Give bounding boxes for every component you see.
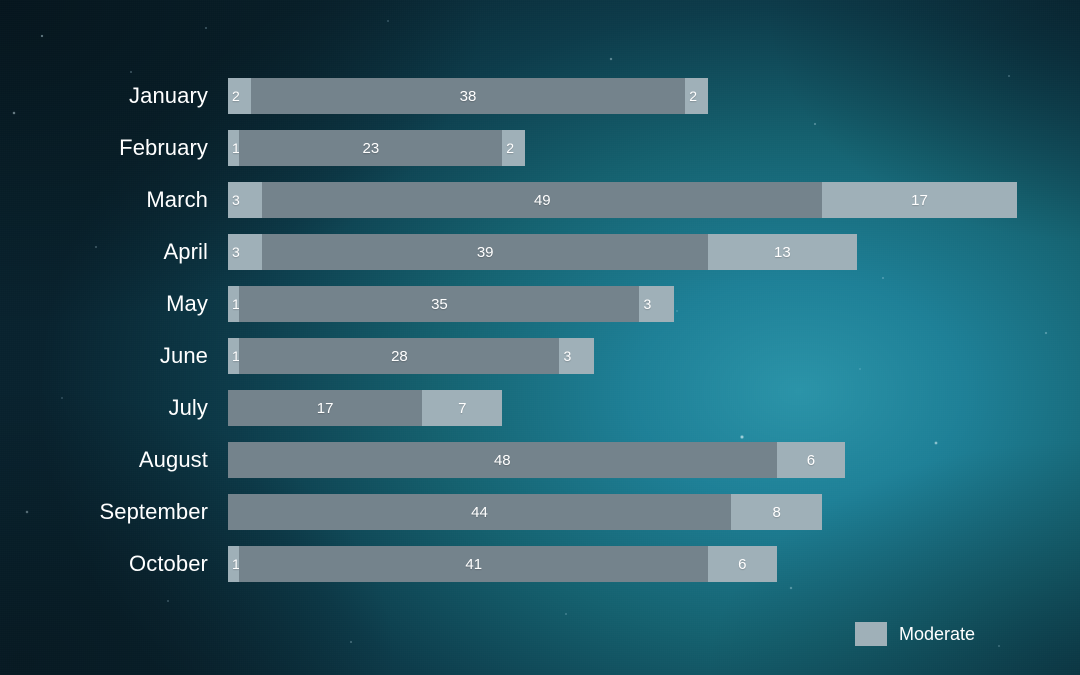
bar-segment[interactable]: 1 [228, 130, 240, 166]
bar-segment[interactable]: 2 [685, 78, 709, 114]
row-label-april: April [163, 239, 208, 264]
chart-row: May 1 35 3 [0, 286, 1080, 322]
chart-row: July 17 7 [0, 390, 1080, 426]
bar-segment-value: 8 [772, 503, 781, 521]
legend-swatch-moderate [855, 622, 887, 646]
bar-segment-value: 1 [232, 296, 240, 312]
bar-segment[interactable]: 23 [239, 130, 503, 166]
bar-segment-value: 17 [911, 191, 928, 209]
bar-segment-value: 1 [232, 140, 240, 156]
chart-row: January 2 38 2 [0, 78, 1080, 114]
bar-segment-value: 3 [232, 192, 240, 208]
stacked-bar[interactable]: 3 39 13 [228, 234, 857, 270]
bar-segment[interactable]: 28 [239, 338, 560, 374]
bar-segment[interactable]: 1 [228, 546, 240, 582]
bar-segment[interactable]: 17 [228, 390, 423, 426]
chart-row: April 3 39 13 [0, 234, 1080, 270]
bar-segment-value: 3 [643, 296, 652, 312]
bar-segment[interactable]: 48 [228, 442, 777, 478]
row-label-july: July [168, 395, 208, 420]
stacked-bar[interactable]: 1 35 3 [228, 286, 674, 322]
stacked-bar[interactable]: 2 38 2 [228, 78, 709, 114]
bar-segment[interactable]: 35 [239, 286, 640, 322]
bar-segment[interactable]: 13 [708, 234, 857, 270]
stacked-bar[interactable]: 44 8 [228, 494, 823, 530]
bar-segment[interactable]: 3 [228, 234, 263, 270]
bar-segment-value: 23 [362, 139, 380, 157]
bar-segment-value: 17 [316, 399, 334, 417]
legend-label-moderate: Moderate [899, 623, 976, 644]
bar-segment[interactable]: 2 [502, 130, 526, 166]
bar-segment[interactable]: 38 [250, 78, 686, 114]
bar-segment[interactable]: 8 [730, 494, 823, 530]
bar-segment-value: 2 [689, 88, 697, 104]
bar-segment[interactable]: 3 [639, 286, 674, 322]
stacked-bar[interactable]: 1 28 3 [228, 338, 594, 374]
bar-segment[interactable]: 39 [262, 234, 709, 270]
chart-legend: Moderate [855, 620, 975, 648]
bar-segment-value: 2 [232, 88, 240, 104]
bar-segment-value: 38 [459, 87, 477, 105]
stacked-bar[interactable]: 1 41 6 [228, 546, 777, 582]
bar-segment-value: 2 [506, 140, 515, 156]
bar-segment[interactable]: 6 [708, 546, 777, 582]
chart-row: October 1 41 6 [0, 546, 1080, 582]
bar-segment-value: 6 [806, 451, 816, 469]
row-label-february: February [119, 135, 208, 160]
stacked-bar[interactable]: 17 7 [228, 390, 503, 426]
bar-segment[interactable]: 17 [822, 182, 1017, 218]
bar-segment-value: 3 [232, 244, 240, 260]
bar-segment[interactable]: 49 [262, 182, 823, 218]
bar-segment[interactable]: 1 [228, 286, 240, 322]
chart-row: March 3 49 17 [0, 182, 1080, 218]
bar-segment[interactable]: 2 [228, 78, 251, 114]
row-label-june: June [159, 343, 208, 368]
bar-segment-value: 13 [773, 243, 791, 261]
stacked-bar[interactable]: 1 23 2 [228, 130, 526, 166]
chart-row: June 1 28 3 [0, 338, 1080, 374]
row-label-august: August [138, 447, 208, 472]
bar-segment-value: 6 [738, 555, 747, 573]
stacked-bar[interactable]: 3 49 17 [228, 182, 1017, 218]
chart-row: August 48 6 [0, 442, 1080, 478]
bar-segment-value: 44 [471, 503, 488, 521]
row-label-september: September [99, 499, 208, 524]
bar-segment-value: 49 [533, 191, 551, 209]
chart-row: September 44 8 [0, 494, 1080, 530]
bar-segment[interactable]: 1 [228, 338, 240, 374]
bar-segment[interactable]: 44 [228, 494, 731, 530]
bar-segment-value: 3 [563, 348, 572, 364]
bar-segment-value: 1 [232, 556, 240, 572]
row-label-march: March [146, 187, 208, 212]
bar-segment-value: 39 [476, 243, 494, 261]
chart-row: February 1 23 2 [0, 130, 1080, 166]
bar-segment-value: 28 [391, 347, 408, 365]
stacked-bar-chart: January 2 38 2 February 1 23 2 March 3 49 17 April 3 3… [0, 0, 1080, 675]
bar-segment[interactable]: 3 [559, 338, 594, 374]
row-label-january: January [129, 83, 208, 108]
stacked-bar[interactable]: 48 6 [228, 442, 846, 478]
bar-segment-value: 35 [431, 295, 448, 313]
row-label-october: October [129, 551, 208, 576]
bar-segment[interactable]: 3 [228, 182, 263, 218]
bar-segment[interactable]: 7 [422, 390, 503, 426]
bar-segment-value: 1 [232, 348, 240, 364]
bar-segment-value: 7 [458, 399, 467, 417]
bar-segment[interactable]: 6 [776, 442, 846, 478]
row-label-may: May [166, 291, 208, 316]
bar-segment-value: 41 [465, 555, 483, 573]
bar-segment[interactable]: 41 [239, 546, 709, 582]
bar-segment-value: 48 [493, 451, 511, 469]
plot-area: January 2 38 2 February 1 23 2 March 3 49 17 April 3 3… [0, 0, 1080, 675]
